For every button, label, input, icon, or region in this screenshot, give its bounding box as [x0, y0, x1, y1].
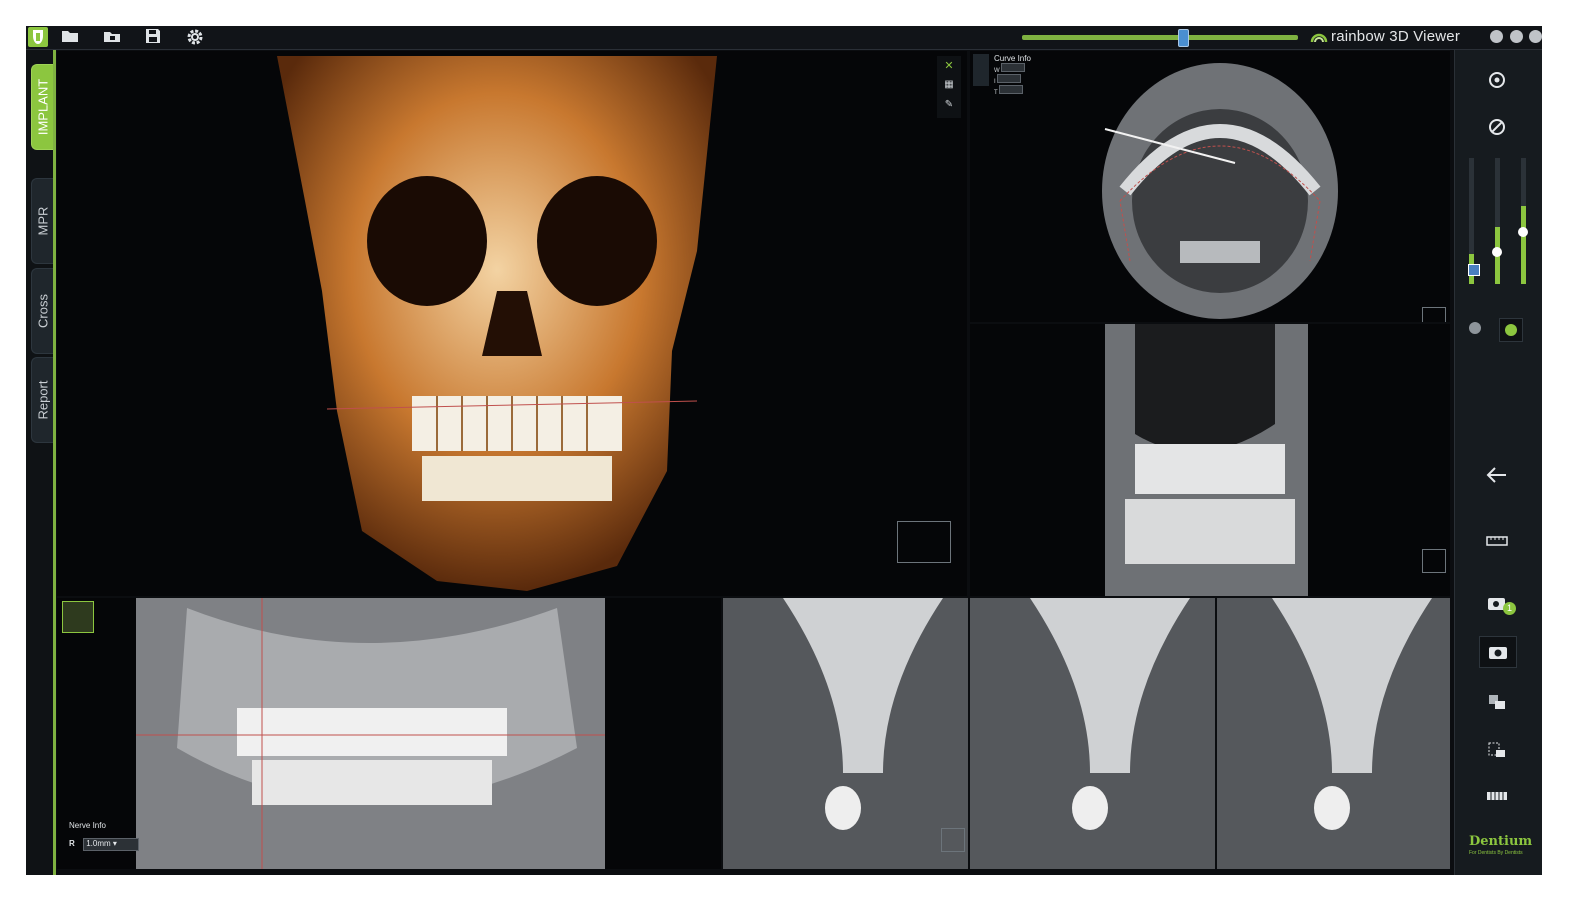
- zoom-slider-thumb[interactable]: [1178, 29, 1189, 47]
- zoom-slider-track[interactable]: [1022, 35, 1298, 40]
- ruler-2d-icon[interactable]: [1479, 524, 1515, 554]
- close-icon[interactable]: [1529, 30, 1542, 43]
- cross-section-image: [1217, 598, 1450, 869]
- grid-icon[interactable]: ▦: [941, 79, 957, 93]
- camera-icon[interactable]: [1479, 636, 1517, 668]
- curve-info-row: W: [994, 63, 1031, 74]
- curve-info-dropdown[interactable]: [999, 85, 1024, 94]
- contrast-toggle-icon[interactable]: [1499, 318, 1523, 342]
- axial-view[interactable]: Curve Info W I T: [970, 51, 1450, 322]
- curve-info-dropdown[interactable]: [997, 74, 1022, 83]
- curve-info-label: T: [994, 90, 998, 96]
- capture-count-badge: 1: [1503, 602, 1516, 615]
- open-study-icon[interactable]: [103, 28, 123, 47]
- scissors-icon[interactable]: ✕: [941, 59, 957, 73]
- reset-view-icon[interactable]: [1479, 112, 1515, 142]
- contrast-slider-thumb[interactable]: [1492, 247, 1502, 257]
- brightness-slider[interactable]: [1521, 158, 1526, 284]
- save-icon[interactable]: [145, 28, 165, 47]
- cross-section-view-2[interactable]: [970, 598, 1215, 869]
- back-arrow-icon[interactable]: [1479, 460, 1515, 490]
- restore-icon[interactable]: [1510, 30, 1523, 43]
- dentium-logo: Dentium: [1469, 834, 1533, 849]
- tab-cross[interactable]: Cross: [31, 268, 54, 354]
- volume-3d-view[interactable]: ✕ ▦ ✎: [57, 51, 967, 596]
- rainbow-logo-icon: [1310, 28, 1328, 51]
- dentium-tagline: For Dentists By Dentists: [1469, 850, 1523, 856]
- cross-section-image: [970, 598, 1215, 869]
- capture-region-icon[interactable]: [1479, 687, 1515, 717]
- tab-label: Cross: [35, 294, 51, 328]
- cross-section-image: [723, 598, 968, 869]
- cross-section-view-1[interactable]: [723, 598, 968, 869]
- sagittal-view[interactable]: [970, 324, 1450, 596]
- top-toolbar: rainbow 3D Viewer: [26, 26, 1542, 50]
- capture-select-icon[interactable]: [1479, 735, 1515, 765]
- panoramic-view[interactable]: Nerve Info R 1.0mm ▾: [57, 598, 721, 869]
- app-logo-icon[interactable]: [28, 27, 48, 47]
- nerve-size-value: 1.0mm: [86, 839, 111, 848]
- nerve-side-label: R: [69, 839, 75, 848]
- tab-implant[interactable]: IMPLANT: [31, 64, 54, 150]
- pen-icon[interactable]: ✎: [941, 99, 957, 113]
- brightness-slider-thumb[interactable]: [1518, 227, 1528, 237]
- app-window: rainbow 3D Viewer IMPLANT MPR Cross Repo…: [26, 26, 1542, 875]
- film-strip-icon[interactable]: [1479, 781, 1515, 811]
- mode-tabs: IMPLANT MPR Cross Report: [26, 50, 56, 875]
- settings-icon[interactable]: [186, 28, 206, 47]
- curve-info-row: I: [994, 74, 1031, 85]
- tab-report[interactable]: Report: [31, 357, 54, 443]
- cross-section-view-3[interactable]: [1217, 598, 1450, 869]
- app-title: rainbow 3D Viewer: [1331, 28, 1461, 45]
- open-folder-icon[interactable]: [61, 28, 81, 47]
- minimize-icon[interactable]: [1490, 30, 1503, 43]
- panoramic-tool-icon[interactable]: [62, 601, 94, 633]
- tab-accent-line: [53, 50, 56, 875]
- contrast-slider[interactable]: [1495, 158, 1500, 284]
- panoramic-image: [136, 598, 605, 869]
- orientation-indicator-icon: [1422, 307, 1446, 322]
- tab-label: IMPLANT: [35, 78, 51, 136]
- orientation-indicator-icon: [941, 828, 965, 852]
- right-toolbar: 1 Dentium For Dentists By Dentists: [1454, 50, 1542, 875]
- invert-icon[interactable]: [1469, 322, 1481, 334]
- curve-info: Curve Info W I T: [994, 54, 1031, 96]
- skull-render-image: [277, 56, 717, 591]
- tab-label: MPR: [35, 206, 51, 236]
- level-slider-thumb[interactable]: [1468, 264, 1480, 276]
- capture-count-icon[interactable]: 1: [1479, 588, 1516, 618]
- curve-info-dropdown[interactable]: [1001, 63, 1026, 72]
- curve-info-row: T: [994, 85, 1031, 96]
- tab-mpr[interactable]: MPR: [31, 178, 54, 264]
- orientation-cube-icon: [897, 521, 951, 563]
- nerve-size-dropdown[interactable]: 1.0mm ▾: [83, 838, 140, 851]
- tab-label: Report: [35, 380, 51, 420]
- nerve-info: Nerve Info R 1.0mm ▾: [69, 821, 140, 851]
- axial-slice-image: [1102, 63, 1338, 319]
- sagittal-slice-image: [1105, 324, 1308, 596]
- curve-info-title: Curve Info: [994, 54, 1031, 63]
- nerve-info-row: R 1.0mm ▾: [69, 833, 140, 851]
- orientation-indicator-icon: [1422, 549, 1446, 573]
- nerve-info-title: Nerve Info: [69, 821, 106, 830]
- view-tools: ✕ ▦ ✎: [937, 56, 961, 118]
- rotate-view-icon[interactable]: [1479, 65, 1515, 95]
- curve-tool-icon[interactable]: [973, 54, 989, 86]
